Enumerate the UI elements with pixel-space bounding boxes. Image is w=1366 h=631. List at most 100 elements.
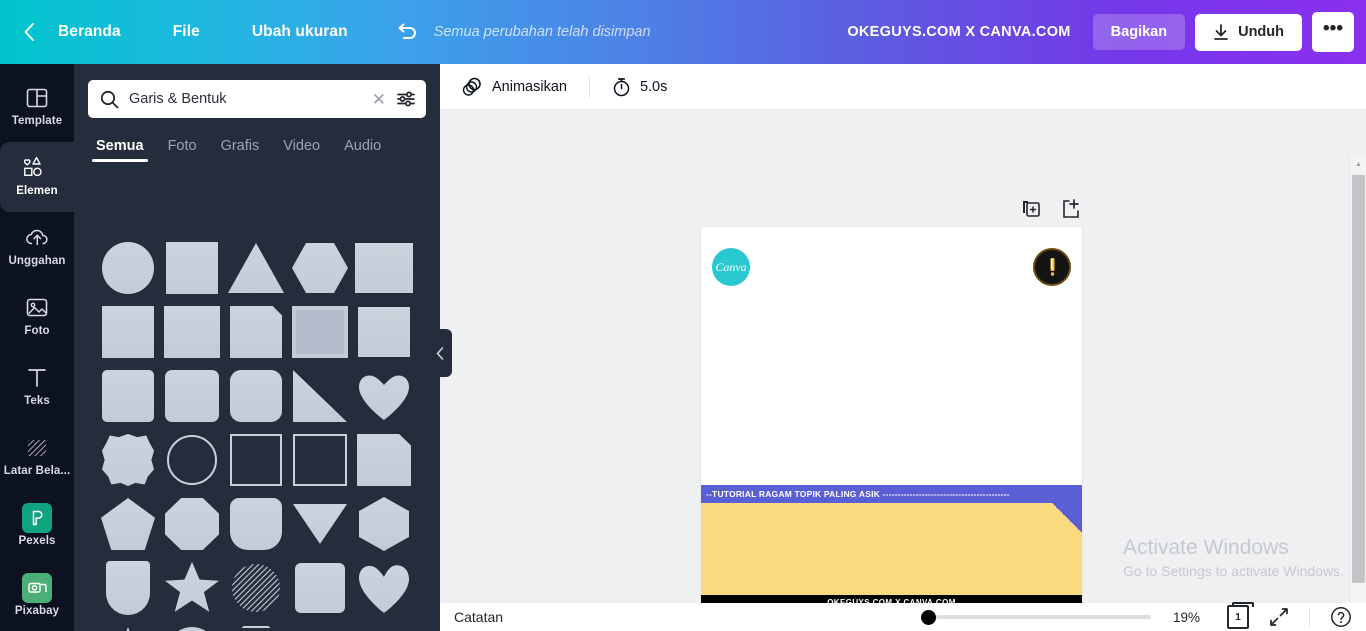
- scroll-up-arrow[interactable]: ▲: [1350, 156, 1366, 173]
- home-button[interactable]: Beranda: [48, 17, 131, 47]
- sidebar-item-unggahan[interactable]: Unggahan: [0, 212, 74, 282]
- add-page-button[interactable]: [1060, 198, 1082, 220]
- shape-item[interactable]: [224, 236, 288, 300]
- shape-item[interactable]: [160, 300, 224, 364]
- search-input[interactable]: [119, 91, 372, 107]
- shape-item[interactable]: [160, 620, 224, 631]
- zoom-slider-track[interactable]: [936, 615, 1151, 619]
- close-icon[interactable]: ✕: [372, 91, 386, 108]
- sidebar-label-pexels: Pexels: [18, 534, 56, 547]
- duplicate-page-button[interactable]: [1020, 198, 1042, 220]
- panel-tabs: Semua Foto Grafis Video Audio: [74, 118, 440, 162]
- tab-grafis[interactable]: Grafis: [221, 138, 260, 162]
- shape-item[interactable]: [352, 492, 416, 556]
- shape-item[interactable]: [160, 364, 224, 428]
- design-page[interactable]: Canva --TUTORIAL RAGAM TOPIK PALING ASIK…: [701, 227, 1082, 610]
- more-options-button[interactable]: •••: [1312, 12, 1354, 52]
- panel-collapse-button[interactable]: [428, 329, 452, 377]
- shape-item[interactable]: [96, 620, 160, 631]
- shape-item[interactable]: [352, 364, 416, 428]
- shape-item[interactable]: [224, 556, 288, 620]
- page-count-button[interactable]: 1: [1227, 602, 1254, 629]
- windows-activation-watermark: Activate Windows Go to Settings to activ…: [1123, 535, 1344, 581]
- shape-item[interactable]: [352, 556, 416, 620]
- shape-item[interactable]: [288, 364, 352, 428]
- duration-button[interactable]: 5.0s: [604, 72, 675, 102]
- watermark-title: Activate Windows: [1123, 536, 1289, 559]
- vertical-scroll-thumb[interactable]: [1352, 175, 1365, 583]
- sidebar-item-teks[interactable]: Teks: [0, 352, 74, 422]
- sidebar-item-template[interactable]: Template: [0, 72, 74, 142]
- shape-item[interactable]: [96, 364, 160, 428]
- canva-editor-window: Beranda File Ubah ukuran Semua perubahan…: [0, 0, 1366, 631]
- help-circle-icon: [1331, 607, 1351, 627]
- back-button[interactable]: [18, 21, 40, 43]
- shape-item[interactable]: [288, 236, 352, 300]
- help-button[interactable]: [1330, 606, 1352, 628]
- shape-item[interactable]: [224, 364, 288, 428]
- pixabay-icon: [22, 572, 52, 603]
- hatched-circle-icon: [232, 564, 280, 612]
- page-number: 1: [1235, 611, 1241, 623]
- shape-item[interactable]: [352, 620, 416, 631]
- sidebar-item-elemen[interactable]: Elemen: [0, 141, 74, 212]
- animate-button[interactable]: Animasikan: [454, 71, 575, 102]
- shape-item[interactable]: [352, 236, 416, 300]
- shape-item[interactable]: [160, 556, 224, 620]
- notes-button[interactable]: Catatan: [454, 609, 503, 625]
- animate-label: Animasikan: [492, 78, 567, 95]
- shape-item[interactable]: [288, 492, 352, 556]
- shape-item[interactable]: [96, 556, 160, 620]
- shape-item[interactable]: [288, 428, 352, 492]
- template-icon: [25, 86, 49, 110]
- undo-button[interactable]: [394, 19, 420, 45]
- canvas-toolbar: Animasikan 5.0s: [440, 64, 1366, 110]
- shape-item[interactable]: [160, 236, 224, 300]
- sidebar-item-foto[interactable]: Foto: [0, 282, 74, 352]
- shape-item[interactable]: [96, 428, 160, 492]
- zoom-slider[interactable]: [921, 609, 1151, 625]
- tab-semua[interactable]: Semua: [92, 138, 148, 162]
- canvas-vertical-scrollbar[interactable]: ▲ ▼ ▶: [1349, 156, 1366, 631]
- shape-item[interactable]: [224, 300, 288, 364]
- shape-item[interactable]: [224, 428, 288, 492]
- sidebar-item-pixabay[interactable]: Pixabay: [0, 561, 74, 631]
- shape-item[interactable]: [160, 492, 224, 556]
- undo-icon: [398, 23, 416, 39]
- editor-area: Animasikan 5.0s Canva --TUTORIAL RAGAM T…: [440, 64, 1366, 631]
- file-menu[interactable]: File: [163, 17, 210, 47]
- shape-item[interactable]: [96, 492, 160, 556]
- sidebar-item-pexels[interactable]: Pexels: [0, 491, 74, 561]
- top-bar-actions: OKEGUYS.COM X CANVA.COM Bagikan Unduh ••…: [847, 12, 1366, 52]
- shape-item[interactable]: [224, 492, 288, 556]
- shape-item[interactable]: [96, 300, 160, 364]
- filter-sliders-icon[interactable]: [396, 89, 416, 109]
- shape-item[interactable]: [160, 428, 224, 492]
- share-button[interactable]: Bagikan: [1092, 14, 1186, 50]
- download-button[interactable]: Unduh: [1195, 13, 1302, 51]
- shape-item[interactable]: [288, 300, 352, 364]
- download-label: Unduh: [1238, 24, 1284, 40]
- sidebar-label-background: Latar Bela...: [3, 464, 71, 477]
- sidebar-item-latar-belakang[interactable]: Latar Bela...: [0, 421, 74, 491]
- shape-item[interactable]: [224, 620, 288, 631]
- sidebar-label-template: Template: [11, 115, 63, 128]
- top-bar: Beranda File Ubah ukuran Semua perubahan…: [0, 0, 1366, 64]
- pexels-icon: [22, 502, 52, 533]
- resize-button[interactable]: Ubah ukuran: [242, 17, 358, 47]
- shape-item[interactable]: [288, 620, 352, 631]
- shape-item[interactable]: [288, 556, 352, 620]
- tab-audio[interactable]: Audio: [344, 138, 381, 162]
- tab-foto[interactable]: Foto: [168, 138, 197, 162]
- expand-icon: [1270, 608, 1288, 626]
- search-box[interactable]: ✕: [88, 80, 426, 118]
- shape-item[interactable]: [352, 428, 416, 492]
- shape-item[interactable]: [96, 236, 160, 300]
- shape-item[interactable]: [352, 300, 416, 364]
- fullscreen-button[interactable]: [1269, 607, 1289, 627]
- timer-icon: [613, 77, 630, 96]
- bottom-bar-controls: 19% 1: [921, 602, 1366, 629]
- design-fold-corner: [1052, 503, 1082, 533]
- zoom-slider-knob[interactable]: [921, 609, 936, 625]
- tab-video[interactable]: Video: [283, 138, 320, 162]
